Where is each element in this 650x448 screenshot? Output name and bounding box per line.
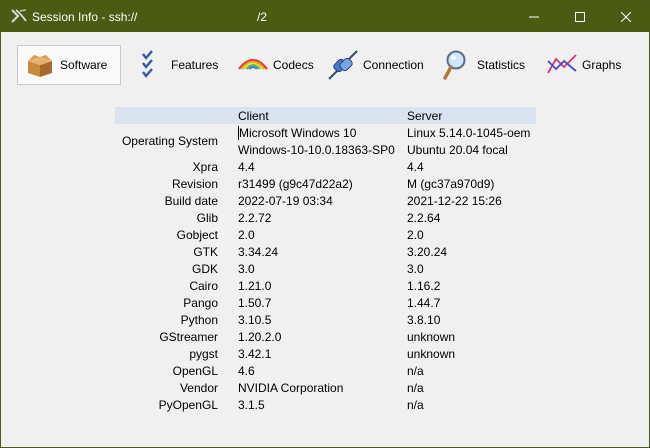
client-value: 1.50.7 <box>238 296 272 310</box>
tab-graphs[interactable]: Graphs <box>546 45 621 85</box>
tab-features-label: Features <box>171 58 219 72</box>
row-label: Python <box>180 313 218 327</box>
server-value: 4.4 <box>407 160 424 174</box>
table-row: Glib 2.2.72 2.2.64 <box>115 210 536 227</box>
server-value: unknown <box>407 330 456 344</box>
tab-connection[interactable]: Connection <box>327 45 424 85</box>
table-row: Xpra 4.4 4.4 <box>115 159 536 176</box>
close-button[interactable] <box>603 1 649 32</box>
table-row: Python 3.10.5 3.8.10 <box>115 312 536 329</box>
server-value: 3.0 <box>407 262 424 276</box>
minimize-icon <box>529 16 539 17</box>
box-icon <box>28 55 52 77</box>
tab-statistics[interactable]: Statistics <box>441 45 525 85</box>
tab-codecs[interactable]: Codecs <box>237 45 314 85</box>
row-label: Glib <box>196 211 218 225</box>
row-label: Revision <box>171 177 218 191</box>
plug-icon <box>328 50 358 80</box>
client-value[interactable]: Microsoft Windows 10 <box>238 126 356 140</box>
table-row: Revision r31499 (g9c47d22a2) M (gc37a970… <box>115 176 536 193</box>
table-row: Operating System Microsoft Windows 10 Wi… <box>115 125 536 159</box>
table-row: Vendor NVIDIA Corporation n/a <box>115 380 536 397</box>
client-value: 4.4 <box>238 160 255 174</box>
maximize-button[interactable] <box>557 1 603 32</box>
client-value: 1.21.0 <box>238 279 272 293</box>
server-value: Ubuntu 20.04 focal <box>407 143 508 157</box>
tab-software[interactable]: Software <box>17 45 121 85</box>
maximize-icon <box>575 11 585 22</box>
row-label: Cairo <box>189 279 218 293</box>
window-title: Session Info - ssh:// <box>32 10 138 24</box>
server-value: 3.8.10 <box>407 313 441 327</box>
server-value: 2.2.64 <box>407 211 441 225</box>
row-label: OpenGL <box>172 364 218 378</box>
table-row: Gobject 2.0 2.0 <box>115 227 536 244</box>
client-value: 3.0 <box>238 262 255 276</box>
client-value: Windows-10-10.0.18363-SP0 <box>238 143 395 157</box>
server-value: 1.44.7 <box>407 296 441 310</box>
title-bar[interactable]: Session Info - ssh:// /2 <box>1 1 649 32</box>
xpra-app-icon <box>11 9 27 23</box>
client-value: 3.42.1 <box>238 347 272 361</box>
table-row: Build date 2022-07-19 03:34 2021-12-22 1… <box>115 193 536 210</box>
client-value: 1.20.2.0 <box>238 330 282 344</box>
server-value: 3.20.24 <box>407 245 448 259</box>
table-row: GStreamer 1.20.2.0 unknown <box>115 329 536 346</box>
client-value: 2.2.72 <box>238 211 272 225</box>
server-value: Linux 5.14.0-1045-oem <box>407 126 531 140</box>
client-value: r31499 (g9c47d22a2) <box>238 177 353 191</box>
row-label: GTK <box>193 245 218 259</box>
table-row: OpenGL 4.6 n/a <box>115 363 536 380</box>
row-label: GDK <box>191 262 218 276</box>
toolbar: Software Features Codecs Connection Stat… <box>1 32 649 98</box>
server-value: unknown <box>407 347 456 361</box>
session-info-window: Session Info - ssh:// /2 Software Featur… <box>0 0 650 448</box>
rainbow-icon <box>238 58 268 70</box>
checklist-icon <box>142 50 153 78</box>
row-label: Pango <box>183 296 218 310</box>
tab-features[interactable]: Features <box>135 45 218 85</box>
client-column-header: Client <box>238 109 269 123</box>
table-row: Cairo 1.21.0 1.16.2 <box>115 278 536 295</box>
row-label: Operating System <box>121 134 218 148</box>
client-value: 4.6 <box>238 364 255 378</box>
table-row: PyOpenGL 3.1.5 n/a <box>115 397 536 414</box>
tab-software-label: Software <box>60 58 108 72</box>
table-header: Client Server <box>115 107 536 124</box>
row-label: Xpra <box>192 160 218 174</box>
row-label: pygst <box>189 347 218 361</box>
server-value: 2021-12-22 15:26 <box>407 194 502 208</box>
line-graph-icon <box>547 54 577 74</box>
window-title-suffix: /2 <box>257 10 268 24</box>
server-value: 1.16.2 <box>407 279 441 293</box>
tab-connection-label: Connection <box>363 58 424 72</box>
minimize-button[interactable] <box>511 1 557 32</box>
row-label: GStreamer <box>159 330 218 344</box>
client-value: 2.0 <box>238 228 255 242</box>
server-value: n/a <box>407 398 424 412</box>
table-row: Pango 1.50.7 1.44.7 <box>115 295 536 312</box>
row-label: Gobject <box>176 228 218 242</box>
tab-codecs-label: Codecs <box>273 58 314 72</box>
row-label: PyOpenGL <box>158 398 218 412</box>
client-value: 3.34.24 <box>238 245 279 259</box>
magnifier-icon <box>443 50 466 80</box>
server-value: n/a <box>407 381 424 395</box>
row-label: Vendor <box>179 381 218 395</box>
client-value: 2022-07-19 03:34 <box>238 194 333 208</box>
client-value: 3.1.5 <box>238 398 265 412</box>
table-row: GTK 3.34.24 3.20.24 <box>115 244 536 261</box>
server-value: M (gc37a970d9) <box>407 177 495 191</box>
server-column-header: Server <box>407 109 443 123</box>
table-row: GDK 3.0 3.0 <box>115 261 536 278</box>
close-icon <box>621 11 631 22</box>
client-value: 3.10.5 <box>238 313 272 327</box>
table-row: pygst 3.42.1 unknown <box>115 346 536 363</box>
row-label: Build date <box>164 194 218 208</box>
tab-statistics-label: Statistics <box>477 58 526 72</box>
client-value: NVIDIA Corporation <box>238 381 344 395</box>
server-value: 2.0 <box>407 228 424 242</box>
tab-graphs-label: Graphs <box>582 58 622 72</box>
server-value: n/a <box>407 364 424 378</box>
